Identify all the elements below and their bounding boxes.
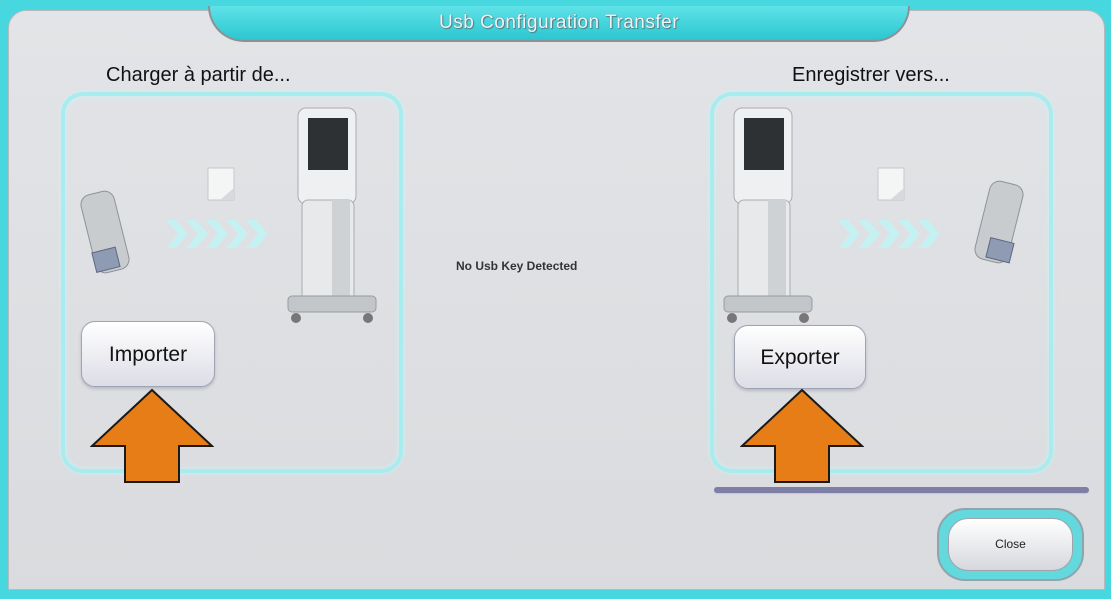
close-button-frame: Close bbox=[937, 508, 1084, 581]
transfer-chevrons-icon bbox=[838, 220, 940, 248]
document-icon bbox=[877, 167, 905, 201]
import-button[interactable]: Importer bbox=[81, 321, 215, 387]
import-illustration bbox=[80, 107, 377, 323]
usb-status-text: No Usb Key Detected bbox=[456, 259, 578, 273]
import-heading: Charger à partir de... bbox=[106, 64, 291, 86]
window-frame: Usb Configuration Transfer Charger à par… bbox=[0, 0, 1111, 599]
document-icon bbox=[207, 167, 235, 201]
export-button[interactable]: Exporter bbox=[734, 325, 866, 389]
close-button[interactable]: Close bbox=[948, 518, 1073, 571]
export-pointer-arrow bbox=[740, 388, 864, 483]
export-heading: Enregistrer vers... bbox=[792, 64, 950, 86]
transfer-progress-bar bbox=[714, 487, 1089, 493]
device-machine-icon bbox=[287, 107, 377, 323]
title-bar: Usb Configuration Transfer bbox=[208, 6, 910, 42]
window-title: Usb Configuration Transfer bbox=[438, 12, 680, 33]
device-machine-icon bbox=[723, 107, 813, 323]
export-illustration bbox=[723, 107, 1024, 323]
usb-key-icon bbox=[974, 180, 1024, 264]
import-pointer-arrow bbox=[90, 388, 214, 483]
transfer-chevrons-icon bbox=[166, 220, 268, 248]
usb-key-icon bbox=[80, 190, 130, 274]
